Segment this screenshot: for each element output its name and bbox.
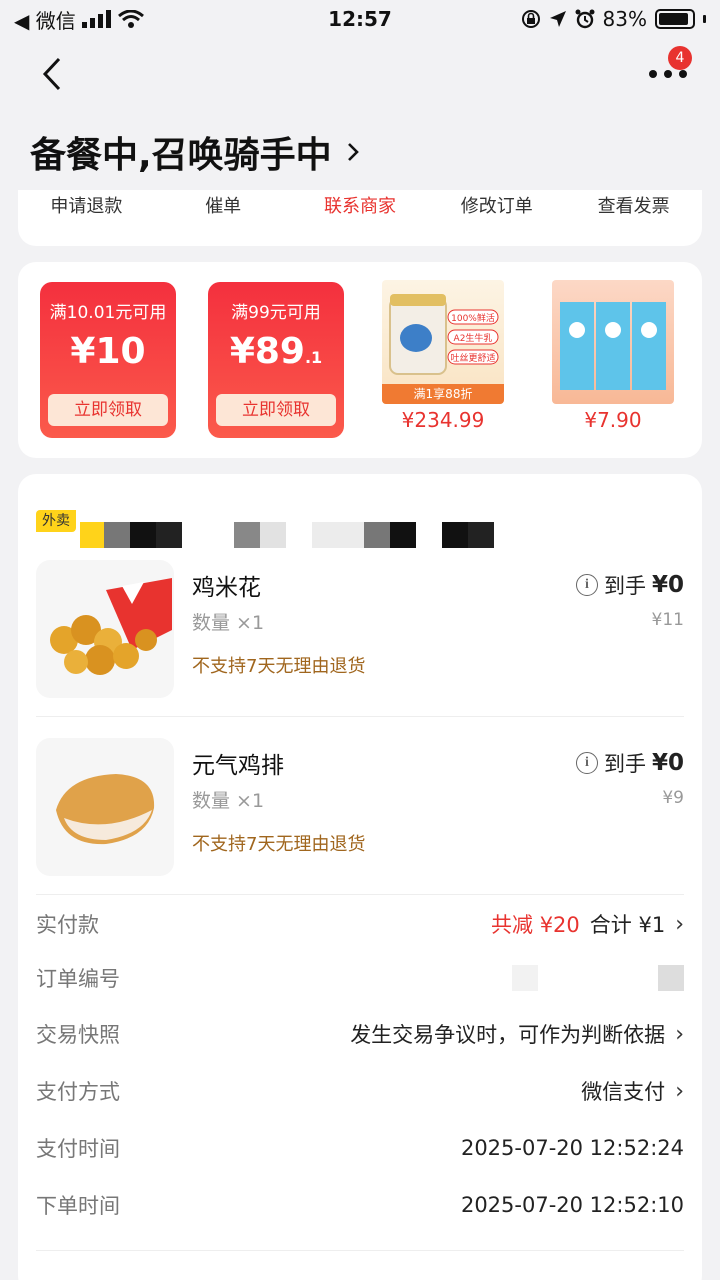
- coupon-card[interactable]: 满99元可用 ¥89.1 立即领取: [208, 282, 344, 438]
- detail-label: 支付时间: [36, 1137, 120, 1161]
- notification-badge: 4: [668, 46, 692, 70]
- snapshot-row[interactable]: 交易快照 发生交易争议时，可作为判断依据 ›: [36, 1014, 684, 1054]
- product-card-tissue[interactable]: ¥7.90: [552, 280, 674, 432]
- snapshot-value: 发生交易争议时，可作为判断依据 ›: [350, 1021, 684, 1048]
- order-status-text: 备餐中,召唤骑手中: [30, 135, 332, 176]
- item-return-policy: 不支持7天无理由退货: [192, 834, 366, 855]
- order-item[interactable]: 鸡米花 数量 ×1 不支持7天无理由退货 i 到手 ¥0 ¥11: [36, 560, 684, 700]
- location-icon: [549, 11, 566, 27]
- item-net-price[interactable]: i 到手 ¥0: [575, 570, 684, 600]
- product-banner: 满1享88折: [413, 387, 473, 401]
- divider: [36, 1250, 684, 1251]
- order-number-redacted: [512, 965, 684, 991]
- chevron-right-icon: ›: [675, 1021, 684, 1047]
- chevron-right-icon: ›: [675, 911, 684, 937]
- claim-coupon-button[interactable]: 立即领取: [48, 394, 168, 426]
- item-image: [36, 738, 174, 876]
- info-icon: i: [575, 752, 598, 774]
- order-time-row: 下单时间 2025-07-20 12:52:10: [36, 1185, 684, 1225]
- detail-label: 订单编号: [36, 967, 120, 991]
- urge-order-button[interactable]: 催单: [155, 194, 291, 220]
- item-name: 元气鸡排: [192, 753, 284, 779]
- coupon-condition: 满10.01元可用: [49, 303, 167, 323]
- tissue-pack-icon: [560, 302, 666, 390]
- pay-time-value: 2025-07-20 12:52:24: [460, 1136, 684, 1160]
- divider: [36, 716, 684, 717]
- wifi-icon: [117, 10, 144, 28]
- order-time-value: 2025-07-20 12:52:10: [460, 1193, 684, 1217]
- popcorn-chicken-icon: [50, 578, 172, 675]
- item-net-price[interactable]: i 到手 ¥0: [575, 748, 684, 778]
- divider: [36, 894, 684, 895]
- more-dots-icon: [649, 70, 687, 78]
- product-price: ¥7.90: [584, 408, 642, 432]
- modify-order-button[interactable]: 修改订单: [429, 194, 565, 220]
- promotions-card: 满10.01元可用 ¥10 立即领取 满99元可用 ¥89.1 立即领取 100…: [18, 262, 702, 458]
- battery-tip: [703, 15, 706, 23]
- pay-time-row: 支付时间 2025-07-20 12:52:24: [36, 1128, 684, 1168]
- order-items-card: 外卖 鸡米花 数量 ×1 不支持7天无理由退货 i 到手 ¥0 ¥11 元气鸡排…: [18, 474, 702, 1280]
- order-status-title[interactable]: 备餐中,召唤骑手中: [30, 126, 360, 178]
- coupon-condition: 满99元可用: [231, 303, 321, 323]
- item-image: [36, 560, 174, 698]
- paid-amount-value: 共减 ¥20 合计 ¥1 ›: [491, 909, 684, 939]
- detail-label: 支付方式: [36, 1080, 120, 1104]
- product-image: 100%鲜活 A2生牛乳 吐丝更舒适 满1享88折: [382, 280, 504, 404]
- chevron-right-icon: ›: [675, 1078, 684, 1104]
- product-tag: A2生牛乳: [453, 334, 493, 344]
- chicken-fillet-icon: [56, 774, 155, 845]
- coupon-amount: ¥10: [70, 331, 146, 372]
- rotation-lock-icon: [521, 10, 540, 28]
- detail-label: 下单时间: [36, 1194, 120, 1218]
- more-button[interactable]: 4: [638, 46, 698, 96]
- contact-merchant-button[interactable]: 联系商家: [292, 194, 428, 220]
- status-bar: ◀ 微信 12:57 83%: [0, 0, 720, 38]
- pay-method-value: 微信支付 ›: [581, 1078, 684, 1105]
- product-price: ¥234.99: [401, 408, 485, 432]
- back-button[interactable]: [30, 52, 74, 96]
- item-quantity: 数量 ×1: [192, 612, 265, 634]
- item-name: 鸡米花: [192, 575, 261, 601]
- item-quantity: 数量 ×1: [192, 790, 265, 812]
- chevron-right-icon: [347, 143, 359, 161]
- top-nav: 4: [0, 44, 720, 104]
- order-item[interactable]: 元气鸡排 数量 ×1 不支持7天无理由退货 i 到手 ¥0 ¥9: [36, 738, 684, 878]
- order-actions-card: 申请退款 催单 联系商家 修改订单 查看发票: [18, 190, 702, 246]
- pay-method-row[interactable]: 支付方式 微信支付 ›: [36, 1071, 684, 1111]
- claim-coupon-button[interactable]: 立即领取: [216, 394, 336, 426]
- refund-button[interactable]: 申请退款: [18, 194, 154, 220]
- paid-amount-row[interactable]: 实付款 共减 ¥20 合计 ¥1 ›: [36, 904, 684, 944]
- product-tag: 100%鲜活: [451, 314, 495, 324]
- order-number-row[interactable]: 订单编号: [36, 958, 684, 998]
- battery-icon: [655, 9, 695, 29]
- chevron-left-icon: [42, 57, 61, 91]
- back-to-app-link[interactable]: ◀ 微信: [14, 5, 76, 34]
- product-image: [552, 280, 674, 404]
- info-icon: i: [575, 574, 598, 596]
- view-invoice-button[interactable]: 查看发票: [566, 194, 702, 220]
- product-tag: 吐丝更舒适: [450, 354, 496, 364]
- battery-percent: 83%: [602, 7, 647, 31]
- item-original-price: ¥9: [662, 788, 684, 808]
- detail-label: 交易快照: [36, 1023, 120, 1047]
- product-card-milk[interactable]: 100%鲜活 A2生牛乳 吐丝更舒适 满1享88折 ¥234.99: [382, 280, 504, 432]
- item-return-policy: 不支持7天无理由退货: [192, 656, 366, 677]
- coupon-card[interactable]: 满10.01元可用 ¥10 立即领取: [40, 282, 176, 438]
- signal-icon: [81, 10, 111, 28]
- alarm-icon: [575, 9, 595, 29]
- paid-total: 合计 ¥1: [589, 913, 666, 937]
- coupon-amount: ¥89.1: [229, 331, 323, 372]
- shop-tag: 外卖: [36, 510, 76, 532]
- item-original-price: ¥11: [651, 610, 684, 630]
- detail-label: 实付款: [36, 913, 99, 937]
- discount-total: 共减 ¥20: [491, 913, 580, 937]
